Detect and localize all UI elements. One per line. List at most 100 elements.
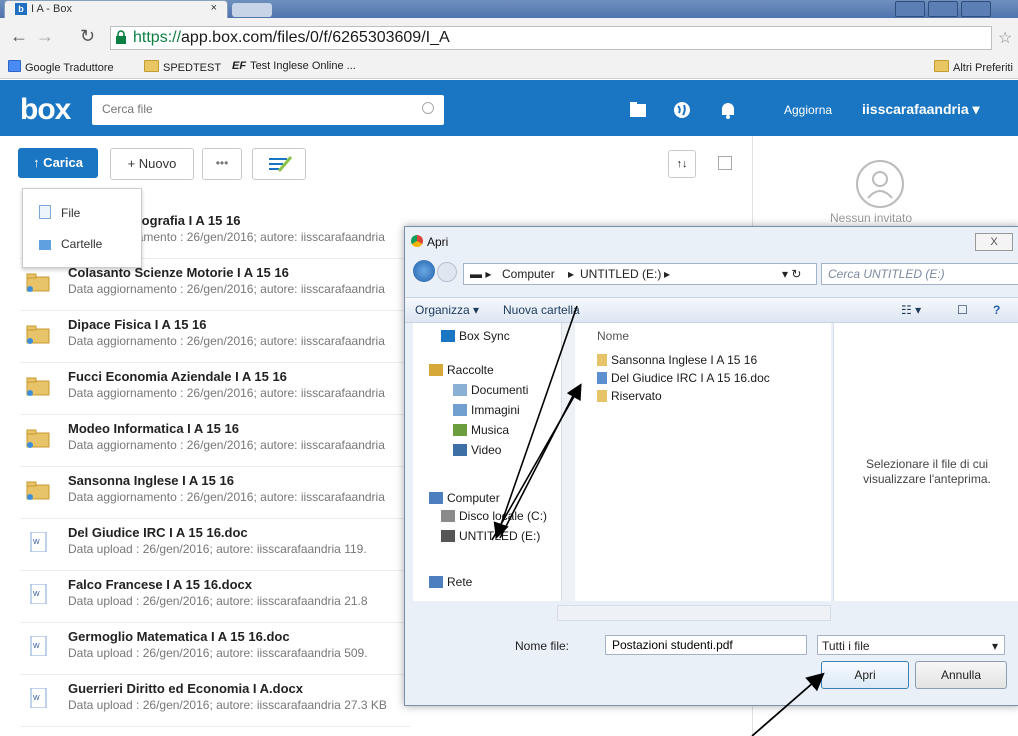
nav-item-icon bbox=[453, 424, 467, 436]
nav-item[interactable]: Documenti bbox=[453, 383, 528, 397]
file-name[interactable]: Fucci Economia Aziendale I A 15 16 bbox=[68, 369, 287, 384]
nav-item-icon bbox=[429, 576, 443, 588]
search-input[interactable] bbox=[100, 101, 404, 117]
file-meta: Data aggiornamento : 26/gen/2016; autore… bbox=[68, 334, 385, 348]
folder-icon bbox=[39, 240, 51, 250]
window-controls[interactable] bbox=[892, 1, 1012, 17]
file-name[interactable]: Dipace Fisica I A 15 16 bbox=[68, 317, 207, 332]
upload-button[interactable]: ↑ Carica bbox=[18, 148, 98, 178]
nav-item[interactable]: UNTITLED (E:) bbox=[441, 529, 540, 543]
minimize-icon[interactable] bbox=[895, 1, 925, 17]
search-box[interactable] bbox=[92, 95, 444, 125]
select-all-checkbox[interactable] bbox=[718, 156, 732, 170]
dialog-search-placeholder: Cerca UNTITLED (E:) bbox=[828, 267, 945, 281]
dialog-file-item[interactable]: Del Giudice IRC I A 15 16.doc bbox=[597, 371, 770, 385]
file-row[interactable]: Fucci Economia Aziendale I A 15 16 Data a… bbox=[20, 362, 410, 415]
filetype-select[interactable]: Tutti i file ▾ bbox=[817, 635, 1005, 655]
upload-dropdown-menu: File Cartelle bbox=[22, 188, 142, 268]
bookmark-google-translate[interactable]: Google Traduttore bbox=[8, 60, 114, 74]
file-name[interactable]: Falco Francese I A 15 16.docx bbox=[68, 577, 252, 592]
nav-item[interactable]: Musica bbox=[453, 423, 509, 437]
bookmark-star-icon[interactable]: ☆ bbox=[998, 28, 1012, 48]
view-options-icon[interactable]: ☷ ▾ bbox=[901, 303, 921, 317]
column-name-header[interactable]: Nome bbox=[597, 329, 629, 343]
nav-item-icon bbox=[453, 404, 467, 416]
tab-close-icon[interactable]: × bbox=[211, 2, 217, 14]
globe-icon[interactable] bbox=[672, 100, 692, 120]
file-row[interactable]: Modeo Informatica I A 15 16 Data aggiorna… bbox=[20, 414, 410, 467]
nav-item[interactable]: Disco locale (C:) bbox=[441, 509, 547, 523]
dialog-file-item[interactable]: Riservato bbox=[597, 389, 662, 403]
browser-tab[interactable]: b I A - Box × bbox=[4, 0, 228, 19]
nav-item[interactable]: Computer bbox=[429, 491, 500, 505]
file-row[interactable]: Sansonna Inglese I A 15 16 Data aggiornam… bbox=[20, 466, 410, 519]
new-button[interactable]: + Nuovo bbox=[110, 148, 194, 180]
breadcrumb-drive[interactable]: UNTITLED (E:) bbox=[580, 267, 661, 281]
menu-item-file[interactable]: File bbox=[39, 205, 80, 220]
dialog-address-bar[interactable]: ▬ ▸ Computer ▸ UNTITLED (E:) ▸ ▾ ↻ bbox=[463, 263, 817, 285]
file-name[interactable]: Sansonna Inglese I A 15 16 bbox=[68, 473, 234, 488]
reload-icon[interactable]: ↻ bbox=[80, 26, 95, 47]
nav-item-icon bbox=[441, 510, 455, 522]
box-favicon-icon: b bbox=[15, 3, 27, 15]
nav-item[interactable]: Raccolte bbox=[429, 363, 494, 377]
back-arrow-icon[interactable]: ← bbox=[10, 26, 28, 47]
filename-input[interactable] bbox=[605, 635, 807, 655]
svg-text:W: W bbox=[33, 539, 40, 546]
file-row[interactable]: W Guerrieri Diritto ed Economia I A.docx D… bbox=[20, 674, 410, 727]
more-options-button[interactable]: ••• bbox=[202, 148, 242, 180]
sort-button[interactable]: ↑↓ bbox=[668, 150, 696, 178]
folder-icon bbox=[597, 354, 607, 366]
svg-text:W: W bbox=[33, 695, 40, 702]
nav-item[interactable]: Video bbox=[453, 443, 501, 457]
back-icon[interactable] bbox=[413, 260, 435, 282]
forward-arrow-icon[interactable]: → bbox=[36, 26, 54, 47]
file-row[interactable]: Dipace Fisica I A 15 16 Data aggiornament… bbox=[20, 310, 410, 363]
new-folder-button[interactable]: Nuova cartella bbox=[503, 303, 580, 317]
dialog-title: Apri bbox=[427, 235, 449, 249]
file-name[interactable]: Germoglio Matematica I A 15 16.doc bbox=[68, 629, 290, 644]
forward-icon[interactable] bbox=[437, 262, 457, 282]
close-window-icon[interactable] bbox=[961, 1, 991, 17]
navigation-scrollbar[interactable] bbox=[561, 323, 574, 601]
folder-icon bbox=[26, 429, 50, 448]
folder-icon bbox=[26, 481, 50, 500]
new-tab-button[interactable] bbox=[232, 3, 272, 17]
box-logo[interactable]: box bbox=[20, 93, 71, 127]
file-row[interactable]: W Falco Francese I A 15 16.docx Data uploa… bbox=[20, 570, 410, 623]
dialog-close-button[interactable]: X bbox=[975, 233, 1013, 251]
upgrade-link[interactable]: Aggiorna bbox=[784, 103, 832, 117]
open-button[interactable]: Apri bbox=[821, 661, 909, 689]
nav-item[interactable]: Immagini bbox=[453, 403, 520, 417]
folder-icon bbox=[934, 60, 949, 72]
files-folder-icon[interactable] bbox=[628, 100, 648, 120]
help-icon[interactable]: ? bbox=[993, 303, 1000, 317]
bell-icon[interactable] bbox=[718, 100, 738, 120]
horizontal-scrollbar[interactable] bbox=[557, 605, 831, 621]
file-name[interactable]: Guerrieri Diritto ed Economia I A.docx bbox=[68, 681, 303, 696]
search-icon[interactable] bbox=[422, 102, 434, 114]
address-bar[interactable]: https://app.box.com/files/0/f/6265303609… bbox=[110, 26, 992, 50]
menu-item-folders[interactable]: Cartelle bbox=[39, 237, 102, 251]
dialog-file-item[interactable]: Sansonna Inglese I A 15 16 bbox=[597, 353, 757, 367]
maximize-icon[interactable] bbox=[928, 1, 958, 17]
file-name[interactable]: Del Giudice IRC I A 15 16.doc bbox=[68, 525, 248, 540]
nav-item[interactable]: Box Sync bbox=[441, 329, 510, 343]
bookmark-test-inglese[interactable]: EF Test Inglese Online ... bbox=[232, 60, 356, 72]
preview-pane-icon[interactable]: ☐ bbox=[957, 303, 968, 317]
file-row[interactable]: W Del Giudice IRC I A 15 16.doc Data uploa… bbox=[20, 518, 410, 571]
bookmark-other-folder[interactable]: Altri Preferiti bbox=[934, 60, 1013, 74]
file-row[interactable]: W Germoglio Matematica I A 15 16.doc Data … bbox=[20, 622, 410, 675]
dialog-search-box[interactable]: Cerca UNTITLED (E:) bbox=[821, 263, 1018, 285]
nav-item[interactable]: Rete bbox=[429, 575, 472, 589]
cancel-button[interactable]: Annulla bbox=[915, 661, 1007, 689]
collaborate-button[interactable] bbox=[252, 148, 306, 180]
open-file-dialog: Apri X ▬ ▸ Computer ▸ UNTITLED (E:) ▸ ▾ … bbox=[404, 226, 1018, 706]
breadcrumb-computer[interactable]: Computer bbox=[502, 267, 555, 281]
user-menu[interactable]: iisscarafaandria ▾ bbox=[862, 101, 980, 118]
organize-button[interactable]: Organizza ▾ bbox=[415, 303, 479, 317]
file-name[interactable]: Modeo Informatica I A 15 16 bbox=[68, 421, 239, 436]
bookmark-spedtest[interactable]: SPEDTEST bbox=[144, 60, 221, 74]
address-dropdown-icon[interactable]: ▾ ↻ bbox=[782, 267, 801, 281]
url-text: https://app.box.com/files/0/f/6265303609… bbox=[133, 29, 450, 46]
